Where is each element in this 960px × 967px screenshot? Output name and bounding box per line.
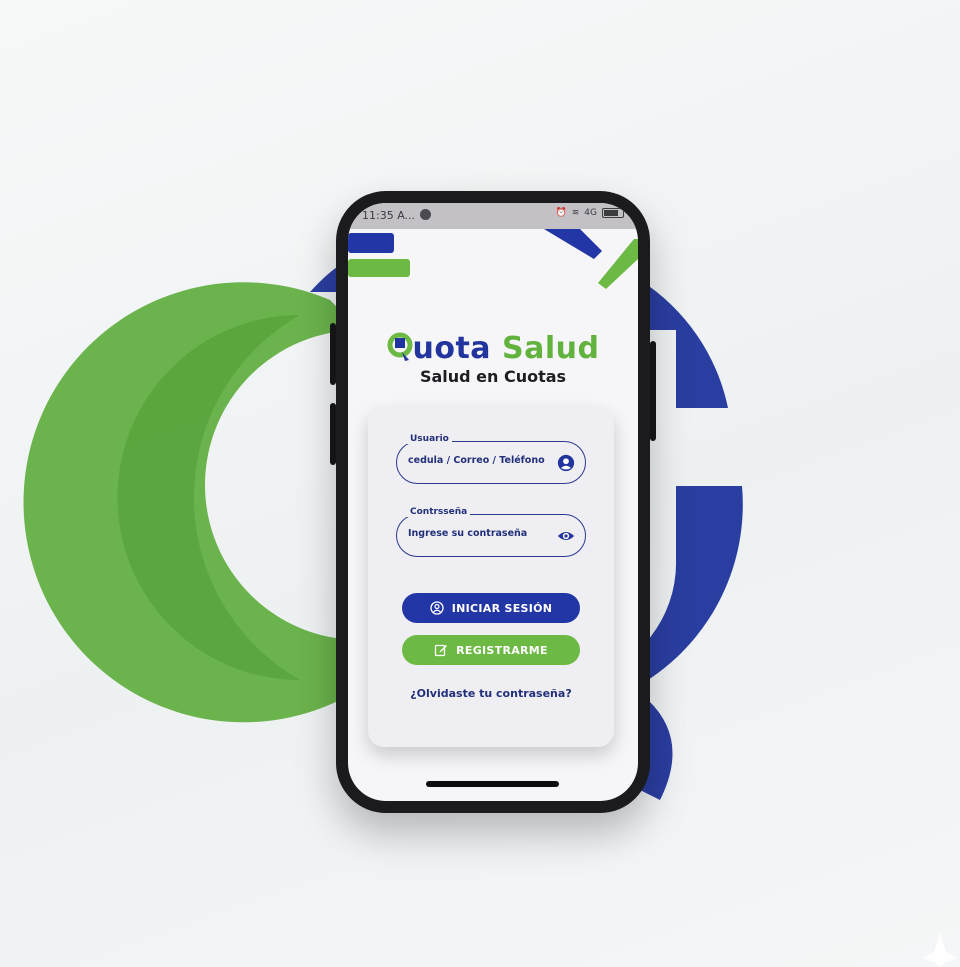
login-card: Usuario Contrsseña xyxy=(368,407,614,747)
signal-text: 4G xyxy=(584,208,597,218)
password-field-label: Contrsseña xyxy=(407,507,471,517)
user-circle-icon xyxy=(557,454,575,472)
phone-screen: 11:35 A... ⏰ ≋ 4G uota Salud Salud en Cu… xyxy=(348,203,638,801)
register-button[interactable]: REGISTRARME xyxy=(402,635,580,665)
decorative-corner-shapes xyxy=(348,229,638,289)
brand-name-part2: Salud xyxy=(502,331,600,366)
phone-side-button xyxy=(330,403,336,465)
status-icons: ⏰ ≋ 4G xyxy=(556,208,624,218)
user-icon xyxy=(430,601,444,615)
phone-side-button xyxy=(330,323,336,385)
user-field-label: Usuario xyxy=(407,434,452,444)
quota-q-icon xyxy=(387,332,412,361)
brand-logo: uota Salud xyxy=(348,331,638,366)
wifi-icon: ≋ xyxy=(571,208,580,218)
status-bar: 11:35 A... ⏰ ≋ 4G xyxy=(348,203,638,229)
brand-name-part1: uota xyxy=(412,331,492,366)
password-input[interactable] xyxy=(408,528,548,539)
notification-icon xyxy=(420,209,431,220)
register-button-label: REGISTRARME xyxy=(456,643,548,657)
home-indicator[interactable] xyxy=(426,781,559,787)
user-field: Usuario xyxy=(396,434,586,484)
battery-icon xyxy=(602,208,624,218)
login-button[interactable]: INICIAR SESIÓN xyxy=(402,593,580,623)
user-input[interactable] xyxy=(408,455,548,466)
password-field: Contrsseña xyxy=(396,507,586,557)
login-button-label: INICIAR SESIÓN xyxy=(451,601,553,615)
phone-side-button xyxy=(650,341,656,441)
alarm-icon: ⏰ xyxy=(555,208,567,218)
phone-frame: 11:35 A... ⏰ ≋ 4G uota Salud Salud en Cu… xyxy=(330,191,656,813)
status-time: 11:35 A... xyxy=(362,209,416,222)
edit-icon xyxy=(434,644,448,657)
eye-icon[interactable] xyxy=(557,527,575,545)
forgot-password-link[interactable]: ¿Olvidaste tu contraseña? xyxy=(368,687,614,700)
brand-tagline: Salud en Cuotas xyxy=(419,367,567,386)
